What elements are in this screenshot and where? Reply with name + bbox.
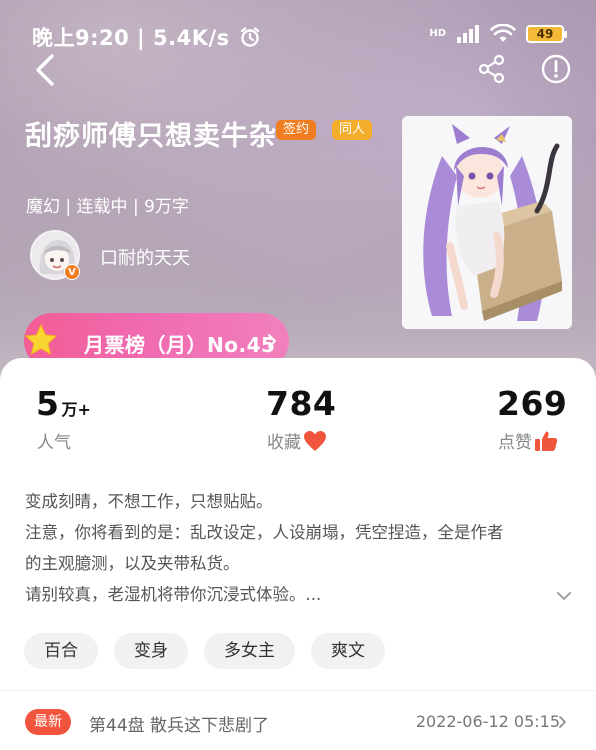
favorites-label-text: 收藏	[267, 433, 301, 453]
report-info-icon[interactable]	[540, 53, 572, 85]
tag-chip[interactable]: 多女主	[204, 633, 295, 669]
chevron-down-icon[interactable]	[556, 590, 572, 602]
favorites-stat: 784	[266, 384, 336, 423]
intro-line: 变成刻晴，不想工作，只想贴贴。	[25, 492, 273, 511]
chevron-right-icon[interactable]	[558, 715, 567, 729]
signal-icon	[457, 25, 479, 43]
intro-line: 请别较真，老湿机将带你沉浸式体验。...	[25, 585, 322, 604]
intro-line: 的主观臆测，以及夹带私货。	[25, 554, 240, 573]
rank-label: 月票榜（月）No.45	[84, 333, 276, 357]
signed-badge: 签约	[276, 120, 317, 140]
favorites-value: 784	[266, 384, 337, 423]
book-intro[interactable]: 变成刻晴，不想工作，只想贴贴。 注意，你将看到的是：乱改设定，人设崩塌，凭空捏造…	[25, 486, 573, 610]
back-icon[interactable]	[28, 52, 64, 88]
likes-value: 269	[497, 384, 568, 423]
likes-button[interactable]: 点赞	[498, 428, 558, 453]
latest-badge: 最新	[25, 709, 71, 735]
star-icon	[24, 323, 58, 356]
fanfic-badge: 同人	[332, 120, 373, 140]
likes-stat: 269	[497, 384, 567, 423]
alarm-icon	[241, 27, 260, 47]
battery-indicator: 49	[526, 25, 567, 43]
status-icons: HD 49	[429, 24, 567, 44]
tag-list: 百合 变身 多女主 爽文	[24, 633, 385, 669]
popularity-value: 5	[36, 384, 60, 423]
tag-chip[interactable]: 百合	[24, 633, 98, 669]
book-cover[interactable]	[402, 116, 572, 329]
book-title: 刮痧师傅只想卖牛杂	[25, 121, 277, 152]
popularity-label-text: 人气	[37, 433, 71, 453]
cover-illustration	[402, 116, 572, 329]
thumbs-up-icon	[535, 431, 558, 451]
popularity-unit: 万+	[61, 400, 91, 419]
tag-chip[interactable]: 爽文	[311, 633, 385, 669]
favorites-button[interactable]: 收藏	[267, 428, 327, 453]
divider	[0, 690, 596, 691]
popularity-label: 人气	[37, 428, 71, 453]
likes-label-text: 点赞	[498, 433, 532, 453]
tag-chip[interactable]: 变身	[114, 633, 188, 669]
status-time: 晚上9:20 | 5.4K/s	[32, 22, 261, 52]
latest-chapter-title[interactable]: 第44盘 散兵这下悲剧了	[89, 711, 269, 736]
book-meta: 魔幻 | 连载中 | 9万字	[26, 197, 189, 217]
status-time-text: 晚上9:20 | 5.4K/s	[32, 26, 230, 50]
wifi-icon	[490, 24, 516, 42]
author-name[interactable]: 口耐的天天	[100, 244, 190, 270]
heart-icon	[304, 430, 326, 451]
chevron-right-icon	[268, 334, 276, 348]
popularity-stat: 5 万+	[36, 384, 91, 423]
status-bar: 晚上9:20 | 5.4K/s HD 49	[0, 18, 596, 52]
verified-author-badge: V	[64, 264, 80, 280]
intro-line: 注意，你将看到的是：乱改设定，人设崩塌，凭空捏造，全是作者	[25, 523, 504, 542]
share-icon[interactable]	[477, 54, 507, 84]
latest-chapter-time: 2022-06-12 05:15	[415, 712, 560, 731]
network-label: HD	[429, 28, 446, 39]
